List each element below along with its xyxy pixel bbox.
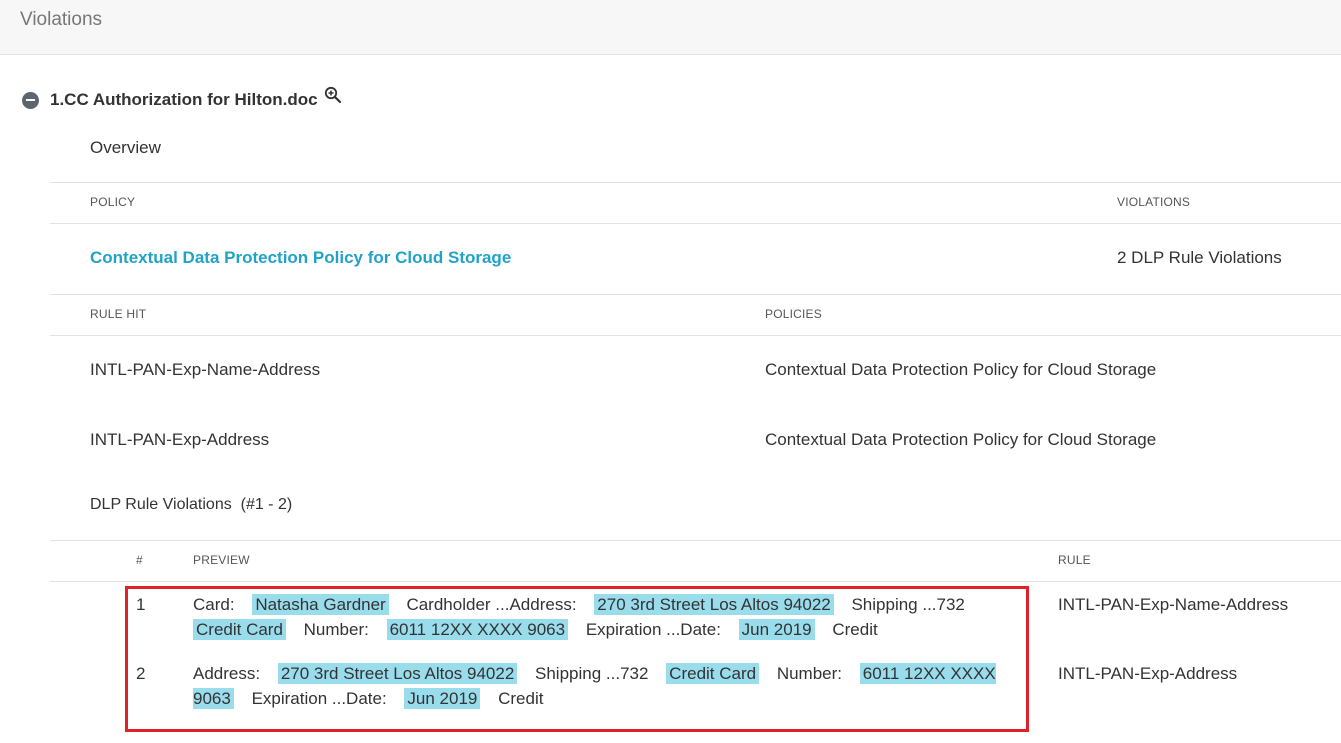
col-header-policies: POLICIES	[765, 307, 822, 321]
divider	[50, 540, 1341, 541]
divider	[50, 335, 1341, 336]
divider	[50, 581, 1341, 582]
rule-hit-cell: INTL-PAN-Exp-Address	[90, 430, 270, 449]
zoom-in-icon[interactable]	[324, 86, 342, 104]
dlp-violations-range: (#1 - 2)	[240, 496, 293, 513]
col-header-policy: POLICY	[90, 195, 136, 209]
document-title: 1.CC Authorization for Hilton.doc	[50, 90, 318, 109]
divider	[50, 223, 1341, 224]
policy-link[interactable]: Contextual Data Protection Policy for Cl…	[90, 248, 511, 268]
violation-rule: INTL-PAN-Exp-Name-Address	[1058, 595, 1289, 614]
minus-circle-icon[interactable]	[22, 91, 39, 109]
divider	[50, 182, 1341, 183]
divider	[50, 294, 1341, 295]
col-header-violations: VIOLATIONS	[1117, 195, 1191, 209]
dlp-violations-heading: DLP Rule Violations (#1 - 2)	[90, 496, 292, 514]
violations-count: 2 DLP Rule Violations	[1117, 248, 1282, 267]
overview-heading: Overview	[90, 138, 161, 157]
col-header-rule: RULE	[1058, 553, 1091, 567]
rule-hit-cell: INTL-PAN-Exp-Name-Address	[90, 360, 321, 379]
col-header-preview: PREVIEW	[193, 553, 250, 567]
dlp-violations-title: DLP Rule Violations	[90, 496, 232, 513]
col-header-rule-hit: RULE HIT	[90, 307, 147, 321]
document-row: 1.CC Authorization for Hilton.doc	[22, 86, 342, 112]
policies-cell: Contextual Data Protection Policy for Cl…	[765, 360, 1157, 379]
annotation-box	[125, 586, 1029, 732]
col-header-num: #	[136, 553, 143, 567]
page-title: Violations	[20, 9, 103, 30]
page-header: Violations	[0, 0, 1341, 55]
policies-cell: Contextual Data Protection Policy for Cl…	[765, 430, 1157, 449]
violation-rule: INTL-PAN-Exp-Address	[1058, 664, 1238, 683]
